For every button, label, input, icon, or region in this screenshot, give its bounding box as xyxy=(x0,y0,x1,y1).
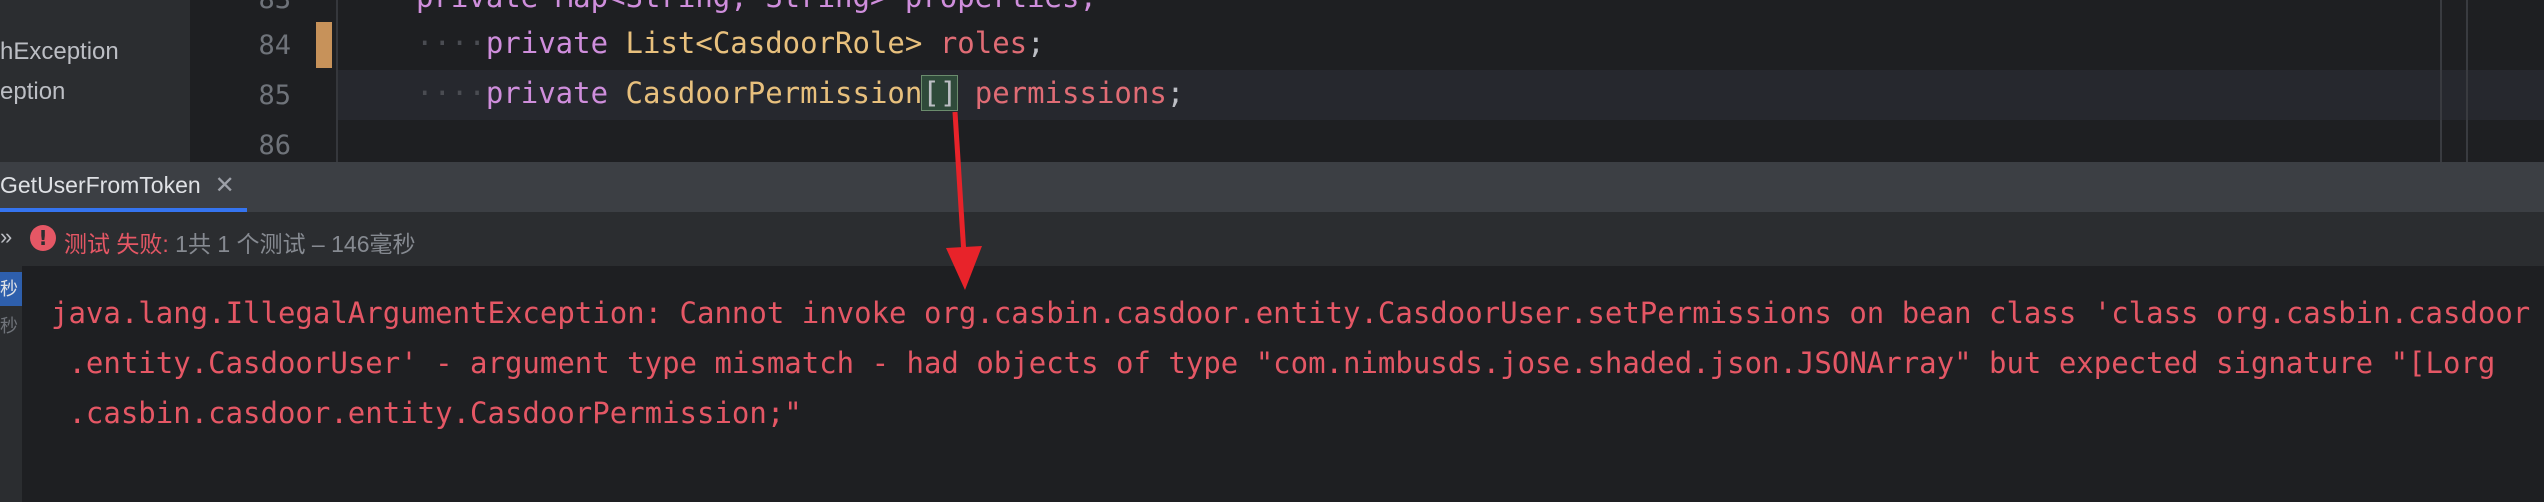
vcs-change-marker[interactable] xyxy=(316,22,332,68)
chevron-double-right-icon[interactable]: » xyxy=(0,224,12,250)
console-output[interactable]: java.lang.IllegalArgumentException: Cann… xyxy=(23,266,2544,502)
semicolon: ; xyxy=(1027,26,1045,60)
keyword-private: private xyxy=(485,26,609,60)
console-error-line: .casbin.casdoor.entity.CasdoorPermission… xyxy=(51,396,802,430)
test-summary: 1共 1 个测试 – 146毫秒 xyxy=(175,231,416,257)
run-tab-bar: GetUserFromToken ✕ xyxy=(0,162,2544,213)
line-number: 84 xyxy=(258,30,291,61)
error-circle-icon: ! xyxy=(30,225,56,251)
partial-code-text: private Map<String, String> properties; xyxy=(416,0,1097,14)
project-tree-item[interactable]: eption xyxy=(0,78,65,106)
code-editor[interactable]: private Map<String, String> properties; … xyxy=(336,0,2544,162)
array-brackets: [] xyxy=(921,75,959,111)
type-name: List<CasdoorRole> xyxy=(625,26,923,60)
semicolon: ; xyxy=(1166,76,1185,110)
console-error-line: .entity.CasdoorUser' - argument type mis… xyxy=(51,346,2496,380)
editor-gutter: 83 84 85 86 xyxy=(190,0,336,162)
indent-guide xyxy=(336,0,338,162)
right-margin-guide xyxy=(2466,0,2468,162)
tab-label: GetUserFromToken xyxy=(0,171,201,198)
right-margin-guide xyxy=(2440,0,2442,162)
project-tree-pane: hException eption xyxy=(0,0,191,162)
field-name: roles xyxy=(939,26,1028,60)
indent-dots: ···· xyxy=(416,76,486,110)
tab-get-user-from-token[interactable]: GetUserFromToken ✕ xyxy=(0,162,247,212)
line-number: 83 xyxy=(258,0,291,15)
test-tree-strip: 秒 秒 xyxy=(0,266,23,502)
keyword-private: private xyxy=(485,76,609,110)
test-status-text: 测试 失败: 1共 1 个测试 – 146毫秒 xyxy=(64,225,415,259)
close-icon[interactable]: ✕ xyxy=(215,171,235,200)
test-status-bar: » ! 测试 失败: 1共 1 个测试 – 146毫秒 xyxy=(0,212,2544,267)
line-number: 85 xyxy=(258,80,291,111)
line-number: 86 xyxy=(258,130,291,161)
field-name: permissions xyxy=(974,76,1167,110)
code-line-84: ····private List<CasdoorRole> roles; xyxy=(336,20,2544,70)
indent-dots: ···· xyxy=(416,26,486,60)
code-line-85: ····private CasdoorPermission[] permissi… xyxy=(336,70,2544,120)
type-name: CasdoorPermission xyxy=(625,76,923,110)
test-tree-item[interactable]: 秒 xyxy=(0,312,22,338)
console-error-line: java.lang.IllegalArgumentException: Cann… xyxy=(51,296,2531,330)
test-failed-label: 测试 失败: xyxy=(64,231,169,257)
test-tree-item-selected[interactable]: 秒 xyxy=(0,272,22,306)
project-tree-item[interactable]: hException xyxy=(0,38,119,66)
